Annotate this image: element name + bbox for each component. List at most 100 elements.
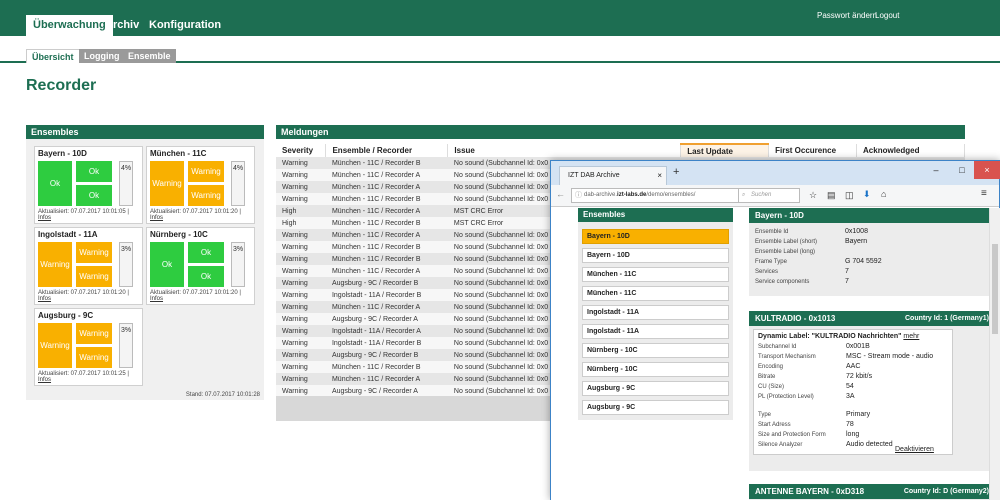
recorder-status-main[interactable]: Ok: [38, 161, 72, 206]
close-window-icon[interactable]: ×: [974, 161, 1000, 179]
scrollbar-thumb[interactable]: [992, 244, 998, 334]
infos-link[interactable]: Infos: [150, 215, 163, 221]
new-tab-icon[interactable]: +: [673, 166, 679, 178]
ensemble-list-item[interactable]: Bayern - 10D: [582, 229, 729, 244]
card-updated: Aktualisiert: 07.07.2017 10:01:20 | Info…: [38, 290, 142, 302]
browser-scrollbar[interactable]: [989, 208, 1000, 500]
subtab-ensemble[interactable]: Ensemble: [123, 49, 176, 63]
service-field-key: Transport Mechanism: [758, 354, 816, 360]
recorder-status-main[interactable]: Warning: [150, 161, 184, 206]
ensemble-card[interactable]: Augsburg - 9C Warning Warning Warning 3%…: [34, 308, 143, 386]
service-field-value: 78: [846, 421, 854, 428]
col-first-occurence[interactable]: First Occurence: [768, 144, 858, 157]
library-icon[interactable]: ▤: [827, 190, 836, 201]
service-field-key: Type: [758, 412, 772, 418]
service-details-box: Dynamic Label: "KULTRADIO Nachrichten" m…: [753, 329, 953, 455]
ensemble-list-item[interactable]: Augsburg - 9C: [582, 381, 729, 396]
ensemble-list-item[interactable]: Bayern - 10D: [582, 248, 729, 263]
recorder-status-b[interactable]: Ok: [76, 185, 112, 206]
recorder-status-a[interactable]: Warning: [188, 161, 224, 182]
subtab-logging[interactable]: Logging: [79, 49, 125, 63]
col-ensemble-recorder[interactable]: Ensemble / Recorder: [325, 144, 449, 157]
search-box[interactable]: ⌕ Suchen: [738, 188, 800, 203]
cell-ensemble: München - 11C / Recorder B: [325, 157, 448, 169]
service-field-key: Bitrate: [758, 374, 776, 380]
detail-key: Ensemble Label (long): [755, 249, 816, 255]
recorder-status-main[interactable]: Ok: [150, 242, 184, 287]
cell-severity: Warning: [276, 241, 326, 253]
logout-link[interactable]: Logout: [875, 11, 899, 20]
cell-severity: Warning: [276, 325, 326, 337]
infos-link[interactable]: Infos: [38, 296, 51, 302]
cell-ensemble: München - 11C / Recorder B: [325, 361, 448, 373]
deactivate-link[interactable]: Deaktivieren: [895, 446, 934, 453]
tab-konfiguration[interactable]: Konfiguration: [142, 15, 228, 36]
service-field-key: Subchannel Id: [758, 344, 797, 350]
home-icon[interactable]: ⌂: [881, 189, 886, 199]
ensemble-list-item[interactable]: Nürnberg - 10C: [582, 343, 729, 358]
detail-value: 7: [845, 278, 849, 285]
infos-link[interactable]: Infos: [38, 215, 51, 221]
service-field-key: PL (Protection Level): [758, 394, 814, 400]
cell-ensemble: München - 11C / Recorder A: [325, 181, 448, 193]
infos-link[interactable]: Infos: [150, 296, 163, 302]
cell-ensemble: Augsburg - 9C / Recorder B: [325, 349, 448, 361]
browser-content: Ensembles Bayern - 10D Bayern - 10D Münche…: [551, 208, 989, 500]
cell-severity: Warning: [276, 169, 326, 181]
ensemble-list-item[interactable]: München - 11C: [582, 267, 729, 282]
ensembles-panel: Ensembles Bayern - 10D Ok Ok Ok 4% Aktua…: [26, 125, 264, 400]
col-severity[interactable]: Severity: [276, 144, 327, 157]
infos-link[interactable]: Infos: [38, 377, 51, 383]
ensemble-list-item[interactable]: München - 11C: [582, 286, 729, 301]
top-nav-bar: Überwachung Archiv Konfiguration Passwor…: [0, 0, 1000, 36]
ensemble-card[interactable]: Ingolstadt - 11A Warning Warning Warning…: [34, 227, 143, 305]
cell-severity: Warning: [276, 301, 326, 313]
browser-window[interactable]: IZT DAB Archive × + – □ × ← ⓘ dab-archiv…: [550, 160, 1000, 500]
detail-key: Service components: [755, 279, 810, 285]
recorder-status-main[interactable]: Warning: [38, 242, 72, 287]
ensemble-list-item[interactable]: Nürnberg - 10C: [582, 362, 729, 377]
info-icon[interactable]: ⓘ: [575, 189, 582, 202]
ensemble-card[interactable]: Nürnberg - 10C Ok Ok Ok 3% Aktualisiert:…: [146, 227, 255, 305]
recorder-status-b[interactable]: Warning: [76, 347, 112, 368]
recorder-status-a[interactable]: Warning: [76, 242, 112, 263]
recorder-status-main[interactable]: Warning: [38, 323, 72, 368]
meldungen-header: Meldungen: [276, 125, 965, 139]
cell-severity: High: [276, 205, 326, 217]
recorder-status-a[interactable]: Ok: [188, 242, 224, 263]
subtab-uebersicht[interactable]: Übersicht: [26, 49, 80, 63]
ensemble-card[interactable]: Bayern - 10D Ok Ok Ok 4% Aktualisiert: 0…: [34, 146, 143, 224]
star-icon[interactable]: ☆: [809, 190, 817, 201]
more-link[interactable]: mehr: [903, 333, 919, 340]
browser-ensembles-header: Ensembles: [578, 208, 733, 222]
ensemble-list-item[interactable]: Ingolstadt - 11A: [582, 324, 729, 339]
ensemble-card[interactable]: München - 11C Warning Warning Warning 4%…: [146, 146, 255, 224]
ensemble-list-item[interactable]: Ingolstadt - 11A: [582, 305, 729, 320]
url-bar[interactable]: ⓘ dab-archive.izt-labs.de/demo/ensembles…: [571, 188, 761, 203]
menu-icon[interactable]: ≡: [981, 188, 987, 199]
recorder-status-a[interactable]: Ok: [76, 161, 112, 182]
url-path: /demo/ensembles/: [646, 192, 696, 198]
pocket-icon[interactable]: ◫: [845, 190, 854, 201]
col-issue[interactable]: Issue: [447, 144, 682, 157]
service-name: KULTRADIO - 0x1013: [755, 314, 836, 323]
service-panel-kultradio: KULTRADIO - 0x1013 Country Id: 1 (German…: [749, 311, 989, 471]
search-icon: ⌕: [742, 192, 746, 198]
close-tab-icon[interactable]: ×: [657, 167, 662, 185]
col-acknowledged[interactable]: Acknowledged: [856, 144, 965, 157]
tab-archiv[interactable]: Archiv: [98, 15, 146, 36]
minimize-icon[interactable]: –: [923, 161, 949, 179]
recorder-status-b[interactable]: Warning: [188, 185, 224, 206]
browser-tab[interactable]: IZT DAB Archive ×: [559, 166, 667, 185]
detail-value: Bayern: [845, 238, 868, 245]
recorder-status-b[interactable]: Warning: [76, 266, 112, 287]
ensemble-list-item[interactable]: Augsburg - 9C: [582, 400, 729, 415]
cell-severity: Warning: [276, 349, 326, 361]
download-icon[interactable]: ⬇: [863, 189, 871, 200]
recorder-status-a[interactable]: Warning: [76, 323, 112, 344]
change-password-link[interactable]: Passwort ändern: [817, 11, 877, 20]
col-last-update[interactable]: Last Update: [680, 143, 770, 157]
recorder-status-b[interactable]: Ok: [188, 266, 224, 287]
back-icon[interactable]: ←: [556, 189, 565, 199]
maximize-icon[interactable]: □: [949, 161, 975, 179]
